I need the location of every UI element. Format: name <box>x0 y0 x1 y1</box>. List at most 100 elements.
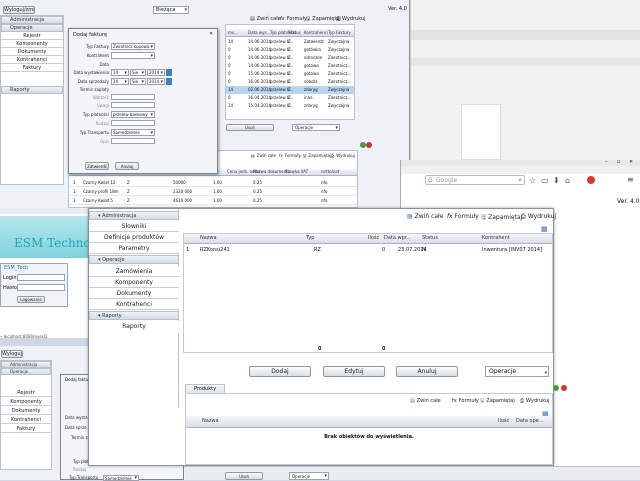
bl-transport-select[interactable]: Samodzielnie ▾ <box>103 475 139 481</box>
products-print-button[interactable]: ⎙ Wydrukuj <box>520 398 550 404</box>
back-lower-col-4[interactable]: Stawka VAT <box>285 169 308 175</box>
back-print-button[interactable]: ⎙ Wydrukuj <box>336 16 366 22</box>
documents-col-0[interactable]: Nazwa <box>200 234 217 243</box>
table-row[interactable]: 14 02.06.2014 przelew b... Zzdaryg Zwyczajna <box>226 86 354 94</box>
login-submit-button[interactable]: Logowanie <box>17 296 45 303</box>
products-collapse-button[interactable]: ▤ Zwiń całe <box>410 398 441 404</box>
columns-icon[interactable]: ▦ <box>541 225 548 233</box>
back-operations-select[interactable]: Operacje ▾ <box>292 124 340 131</box>
sale-year-select[interactable]: 2014 ▾ <box>147 78 165 85</box>
back-sidebar-item-rejestr[interactable]: Rejestr <box>1 32 63 40</box>
back-sidebar-item-komponenty[interactable]: Komponenty <box>1 40 63 48</box>
browser-search-box[interactable]: G Google ⌕ <box>425 175 525 185</box>
products-tab[interactable]: Produkty <box>185 384 225 393</box>
products-col-qty[interactable]: Ilość <box>498 416 509 427</box>
documents-col-4[interactable]: Status <box>422 234 438 243</box>
issue-year-select[interactable]: 2014 ▾ <box>147 69 165 76</box>
download-icon[interactable]: ⬇ <box>553 176 560 185</box>
table-row[interactable]: 1 RZKonsi241 RZ 0 23.07.2014 N Inwentura [INV0… <box>184 246 552 255</box>
bl-item-rejestr[interactable]: Rejestr <box>1 389 51 397</box>
bl-admin-header[interactable]: Administracja <box>1 361 51 368</box>
documents-col-2[interactable]: Ilość <box>368 234 379 243</box>
back-sidebar-operations-header[interactable]: Operacje <box>1 24 63 32</box>
payment-type-select[interactable]: przelew bankowy ▾ <box>111 111 155 118</box>
minimize-icon[interactable]: – <box>605 159 608 165</box>
bl-item-komponenty[interactable]: Komponenty <box>1 398 51 406</box>
value-field[interactable] <box>111 94 155 100</box>
products-col-date[interactable]: Data ope... <box>516 416 544 427</box>
bl-logout-button[interactable]: Wyloguj/zm <box>1 350 23 358</box>
table-row[interactable]: 0 15.06.2014 przelew b... Zgotowa Zwrotnicz.… <box>226 70 354 78</box>
documents-col-5[interactable]: Kontrahent <box>482 234 510 243</box>
back-sidebar-admin-header[interactable]: Administracja <box>1 16 63 24</box>
table-row[interactable]: 0 16.06.2014 przelew b... Zsobota Zwrotnicz.… <box>226 78 354 86</box>
invoice-type-select[interactable]: Zwrotnicz kupowa ▾ <box>111 43 155 50</box>
back-sidebar-reports-header[interactable]: Raporty <box>1 86 63 94</box>
home-icon[interactable]: ⌂ <box>565 176 570 185</box>
front-admin-header[interactable]: ▾ Administracja <box>89 211 179 220</box>
back-lower-col-5[interactable]: netto/vat <box>321 169 339 175</box>
dialog-cancel-button[interactable]: Anuluj <box>115 162 139 170</box>
front-reports-header[interactable]: ▾ Raporty <box>89 311 179 320</box>
table-row[interactable]: 0 16.04.2014 przelew b... Zinne Zwrotnicz... <box>226 94 354 102</box>
products-remember-button[interactable]: 🖫 Zapamiętaj <box>480 398 515 406</box>
bl-item-kontrahenci[interactable]: Kontrahenci <box>1 416 51 424</box>
table-row[interactable]: 14 15.04.2014 przelew b... Zzdaryg Zwyczajna <box>226 102 354 110</box>
products-formulas-button[interactable]: fx Formuły <box>452 398 479 404</box>
logout-button[interactable]: Wyloguj/zmień <box>3 6 35 14</box>
operations-select[interactable]: Operacje ▾ <box>485 366 549 377</box>
bl-item-faktury[interactable]: Faktury <box>1 425 51 433</box>
bl-operations-header[interactable]: Operacje <box>1 368 51 375</box>
back-delete-button[interactable]: Usuń <box>226 124 274 131</box>
front-operations-header[interactable]: ▾ Operacje <box>89 255 179 264</box>
addon-icon[interactable] <box>587 176 595 184</box>
strip-delete-button[interactable]: Usuń <box>225 472 263 480</box>
add-product-icon[interactable] <box>553 385 559 391</box>
login-link[interactable]: ESM_Tech <box>4 265 28 271</box>
bl-item-dokumenty[interactable]: Dokumenty <box>1 407 51 415</box>
documents-col-1[interactable]: Typ <box>306 234 314 243</box>
add-button[interactable]: Dodaj <box>249 366 311 377</box>
bookmarks-icon[interactable]: ▭ <box>541 176 549 185</box>
kind-field[interactable] <box>111 120 155 126</box>
back-table-col-5[interactable]: Typ Faktury <box>328 29 351 36</box>
back-table-col-1[interactable]: Data wys... <box>248 29 270 36</box>
formulas-button[interactable]: fx Formuły <box>447 213 479 220</box>
sale-calendar-icon[interactable] <box>166 78 172 85</box>
back-close-icon[interactable] <box>366 142 372 148</box>
window-close-icon[interactable]: ✕ <box>629 159 633 165</box>
back-sidebar-item-faktury[interactable]: Faktury <box>1 64 63 72</box>
dialog-confirm-button[interactable]: Zatwierdź <box>85 162 109 170</box>
back-table-col-0[interactable]: ms... <box>228 29 238 36</box>
contractor-select[interactable]: ▾ <box>111 52 155 59</box>
back-lower-collapse[interactable]: ▤ Zwiń całe <box>251 153 276 158</box>
maximize-icon[interactable]: ▫ <box>617 159 620 165</box>
back-lower-print[interactable]: ⎙ Wydrukuj <box>331 153 355 158</box>
table-row[interactable]: 1 Czarny Kwiat 12 Z 50000 1.00 0.25 nfo <box>69 178 357 187</box>
back-collapse-button[interactable]: ▤ Zwiń całe <box>250 16 281 22</box>
back-table-col-4[interactable]: Kontrahenci <box>304 29 328 36</box>
menu-icon[interactable]: ≡ <box>627 175 634 184</box>
sidebar-item-raporty[interactable]: Raporty <box>89 321 179 333</box>
sidebar-item-kontrahenci[interactable]: Kontrahenci <box>89 299 179 310</box>
search-icon[interactable]: ⌕ <box>518 176 522 185</box>
sidebar-item-dokumenty[interactable]: Dokumenty <box>89 288 179 299</box>
sidebar-item-parametry[interactable]: Parametry <box>89 243 179 254</box>
login-user-field[interactable] <box>17 274 65 281</box>
notes-field[interactable] <box>111 102 155 108</box>
sale-month-select[interactable]: Sie ▾ <box>130 78 146 85</box>
table-row[interactable]: 0 14.06.2014 przelew b... Zgotówka Zwyczajna <box>226 46 354 54</box>
description-field[interactable] <box>111 138 155 144</box>
back-sidebar-item-kontrahenci[interactable]: Kontrahenci <box>1 56 63 64</box>
login-pass-field[interactable] <box>17 284 65 291</box>
close-product-icon[interactable] <box>561 385 567 391</box>
sidebar-item-definicje[interactable]: Definicje produktów <box>89 232 179 243</box>
table-row[interactable]: 14 14.06.2014 przelew b... Z Zatwierdz Zwycza… <box>226 38 354 46</box>
issue-day-select[interactable]: 14 ▾ <box>111 69 129 76</box>
dialog-close-icon[interactable]: ✕ <box>209 31 213 37</box>
period-select[interactable]: Bieżąca ▾ <box>153 6 189 14</box>
table-row[interactable]: 1 Czarny Kwiat 5 Z 4610 000 1.00 0.25 nfo <box>69 196 357 205</box>
strip-operations-select[interactable]: Operacje ▾ <box>289 472 329 480</box>
back-sidebar-item-dokumenty[interactable]: Dokumenty <box>1 48 63 56</box>
sidebar-item-komponenty[interactable]: Komponenty <box>89 277 179 288</box>
